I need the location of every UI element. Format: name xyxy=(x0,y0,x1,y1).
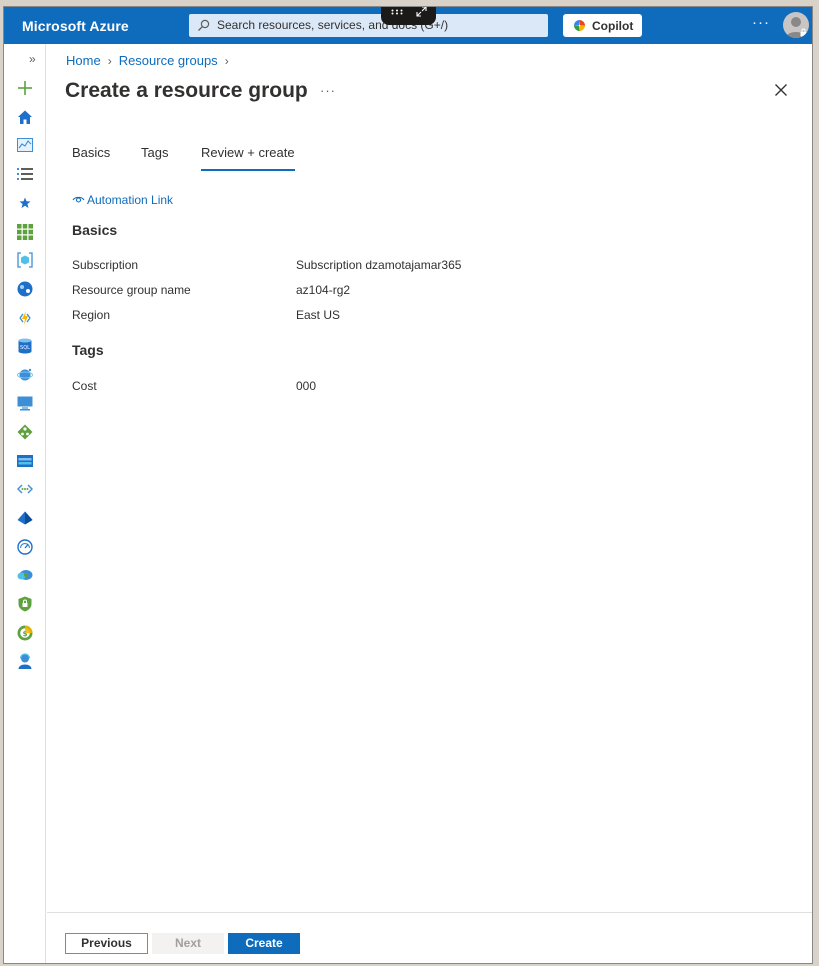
lock-icon xyxy=(800,28,807,37)
chevron-right-icon: › xyxy=(107,53,112,68)
subscription-value: Subscription dzamotajamar365 xyxy=(296,258,462,272)
title-more-options-button[interactable]: ··· xyxy=(320,83,336,98)
storage-accounts-icon[interactable] xyxy=(15,451,35,471)
defender-icon[interactable] xyxy=(15,594,35,614)
chevron-right-icon: › xyxy=(224,53,229,68)
snap-overlay-toolbar[interactable] xyxy=(381,6,436,25)
breadcrumb: Home › Resource groups › xyxy=(66,53,236,68)
advisor-icon[interactable] xyxy=(15,565,35,585)
breadcrumb-resource-groups[interactable]: Resource groups xyxy=(119,53,218,68)
cost-management-icon[interactable]: $ xyxy=(15,623,35,643)
tag-cost-value: 000 xyxy=(296,379,317,393)
help-support-icon[interactable] xyxy=(15,651,35,671)
portal-window: Microsoft Azure Search resources, servic… xyxy=(3,6,813,964)
basics-heading: Basics xyxy=(72,222,118,238)
automation-link-label: Automation Link xyxy=(87,193,174,207)
more-options-button[interactable]: ··· xyxy=(750,14,772,36)
tab-tags[interactable]: Tags xyxy=(141,145,168,171)
brand-title[interactable]: Microsoft Azure xyxy=(22,18,129,34)
app-services-icon[interactable] xyxy=(15,279,35,299)
previous-button[interactable]: Previous xyxy=(65,933,148,954)
breadcrumb-home[interactable]: Home xyxy=(66,53,101,68)
copilot-icon xyxy=(574,20,585,31)
tab-basics[interactable]: Basics xyxy=(72,145,110,171)
search-icon xyxy=(198,19,210,31)
home-icon[interactable] xyxy=(15,107,35,127)
resource-group-name-value: az104-rg2 xyxy=(296,283,351,297)
create-button[interactable]: Create xyxy=(228,933,300,954)
eye-icon xyxy=(72,196,85,203)
function-app-icon[interactable] xyxy=(15,308,35,328)
automation-link[interactable]: Automation Link xyxy=(72,193,173,207)
region-label: Region xyxy=(72,308,111,322)
tab-review-create[interactable]: Review + create xyxy=(201,145,295,171)
expand-icon[interactable] xyxy=(416,6,427,17)
subscription-label: Subscription xyxy=(72,258,139,272)
all-services-icon[interactable] xyxy=(15,164,35,184)
all-resources-icon[interactable] xyxy=(15,222,35,242)
global-search-input[interactable]: Search resources, services, and docs (G+… xyxy=(189,14,548,37)
next-button[interactable]: Next xyxy=(152,933,224,954)
account-avatar[interactable] xyxy=(783,12,809,38)
tags-heading: Tags xyxy=(72,342,104,358)
virtual-networks-icon[interactable] xyxy=(15,479,35,499)
resource-group-name-label: Resource group name xyxy=(72,283,191,297)
left-nav-rail: » SQL $ xyxy=(4,44,46,963)
favorites-star-icon[interactable] xyxy=(15,193,35,213)
load-balancer-icon[interactable] xyxy=(15,422,35,442)
page-title: Create a resource group xyxy=(65,79,308,102)
sql-database-icon[interactable]: SQL xyxy=(15,336,35,356)
wizard-footer: Previous Next Create xyxy=(47,912,812,963)
copilot-label: Copilot xyxy=(592,19,634,33)
cosmos-db-icon[interactable] xyxy=(15,365,35,385)
entra-id-icon[interactable] xyxy=(15,508,35,528)
top-bar: Microsoft Azure Search resources, servic… xyxy=(4,7,812,44)
region-value: East US xyxy=(296,308,341,322)
tag-cost-label: Cost xyxy=(72,379,97,393)
copilot-button[interactable]: Copilot xyxy=(563,14,642,37)
dashboard-icon[interactable] xyxy=(15,135,35,155)
monitor-icon[interactable] xyxy=(15,537,35,557)
close-icon[interactable] xyxy=(773,82,789,98)
grip-dots-icon xyxy=(391,9,403,15)
create-resource-icon[interactable] xyxy=(15,78,35,98)
svg-text:SQL: SQL xyxy=(20,345,30,351)
resource-groups-icon[interactable] xyxy=(15,250,35,270)
expand-menu-icon[interactable]: » xyxy=(29,52,36,66)
virtual-machines-icon[interactable] xyxy=(15,393,35,413)
